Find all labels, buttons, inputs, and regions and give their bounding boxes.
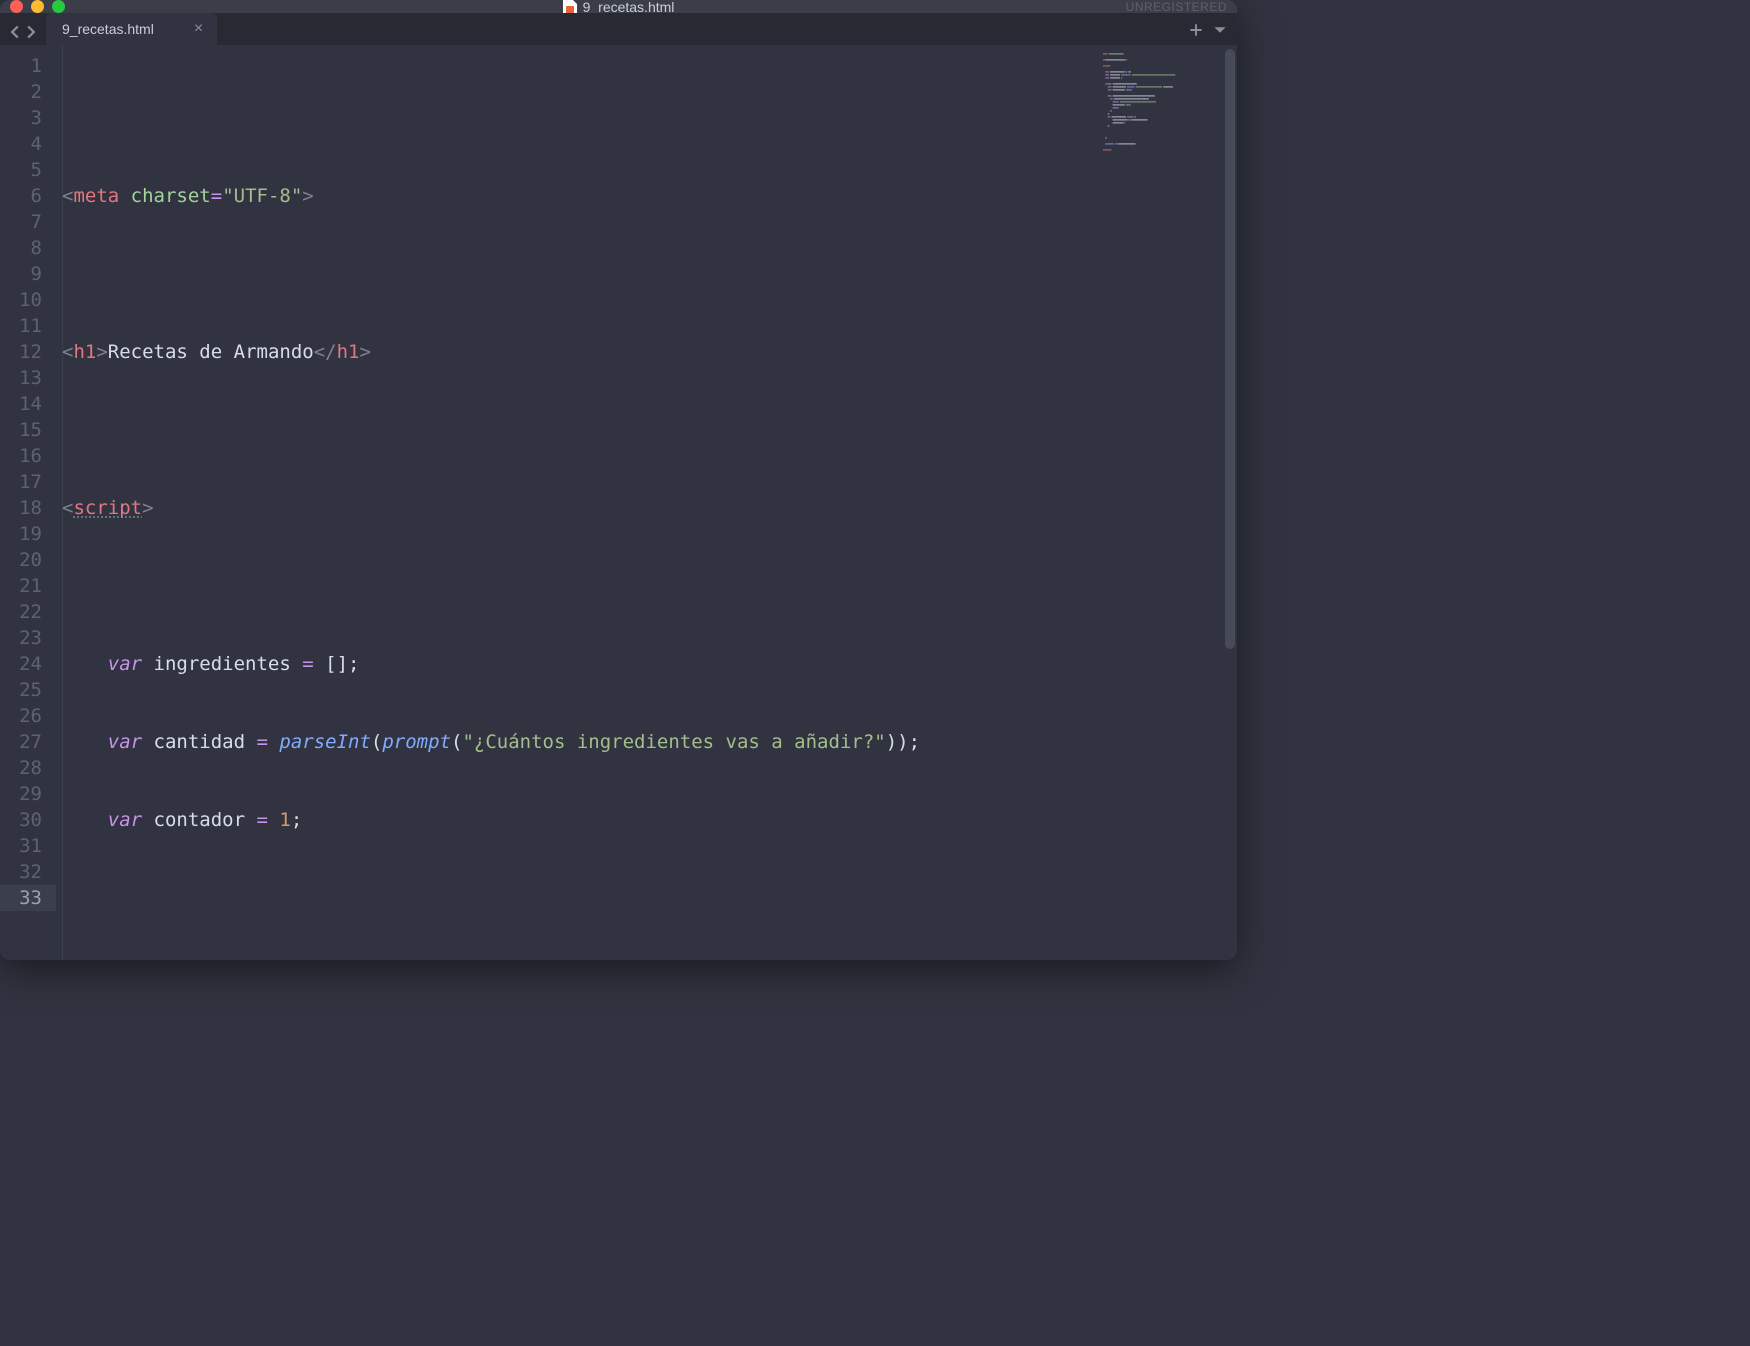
line-number: 33	[0, 885, 56, 911]
nav-forward-icon[interactable]	[24, 25, 38, 39]
line-number: 12	[0, 339, 42, 365]
line-number: 24	[0, 651, 42, 677]
line-number: 20	[0, 547, 42, 573]
line-number-gutter: 1 2 3 4 5 6 7 8 9 10 11 12 13 14 15 16 1…	[0, 45, 56, 960]
line-number: 31	[0, 833, 42, 859]
new-tab-icon[interactable]	[1189, 23, 1203, 37]
vertical-scrollbar[interactable]	[1223, 45, 1237, 960]
registration-status: UNREGISTERED	[1126, 0, 1227, 14]
titlebar: 9_recetas.html UNREGISTERED	[0, 0, 1237, 13]
line-number: 5	[0, 157, 42, 183]
line-number: 22	[0, 599, 42, 625]
close-window-button[interactable]	[10, 0, 23, 13]
maximize-window-button[interactable]	[52, 0, 65, 13]
line-number: 15	[0, 417, 42, 443]
code-line: <meta charset="UTF-8">	[62, 183, 1237, 209]
line-number: 21	[0, 573, 42, 599]
minimize-window-button[interactable]	[31, 0, 44, 13]
line-number: 4	[0, 131, 42, 157]
line-number: 23	[0, 625, 42, 651]
code-line	[62, 261, 1237, 287]
line-number: 8	[0, 235, 42, 261]
line-number: 30	[0, 807, 42, 833]
line-number: 28	[0, 755, 42, 781]
code-content[interactable]: <meta charset="UTF-8"> <h1>Recetas de Ar…	[56, 45, 1237, 960]
line-number: 29	[0, 781, 42, 807]
code-line	[62, 885, 1237, 911]
code-line: var contador = 1;	[62, 807, 1237, 833]
tab-label: 9_recetas.html	[62, 21, 154, 37]
nav-back-icon[interactable]	[8, 25, 22, 39]
line-number: 25	[0, 677, 42, 703]
tab-history-nav	[6, 25, 46, 45]
line-number: 3	[0, 105, 42, 131]
line-number: 9	[0, 261, 42, 287]
code-line: <h1>Recetas de Armando</h1>	[62, 339, 1237, 365]
code-line	[62, 573, 1237, 599]
editor-window: 9_recetas.html UNREGISTERED 9_recetas.ht…	[0, 0, 1237, 960]
line-number: 6	[0, 183, 42, 209]
line-number: 14	[0, 391, 42, 417]
line-number: 17	[0, 469, 42, 495]
line-number: 16	[0, 443, 42, 469]
line-number: 11	[0, 313, 42, 339]
tab-menu-icon[interactable]	[1213, 23, 1227, 37]
code-line: <script>	[62, 495, 1237, 521]
editor-area[interactable]: 1 2 3 4 5 6 7 8 9 10 11 12 13 14 15 16 1…	[0, 45, 1237, 960]
line-number: 7	[0, 209, 42, 235]
tab-bar: 9_recetas.html ×	[0, 13, 1237, 45]
minimap[interactable]: ▄▄▄▄ ▄▄▄▄▄▄▄▄▄▄▄▄ ▄▄▄▄▄▄▄▄▄▄▄▄▄▄▄▄▄▄▄▄ ▄…	[1103, 53, 1223, 163]
line-number: 13	[0, 365, 42, 391]
line-number: 32	[0, 859, 42, 885]
line-number: 2	[0, 79, 42, 105]
code-line	[62, 417, 1237, 443]
line-number: 19	[0, 521, 42, 547]
tab-active[interactable]: 9_recetas.html ×	[46, 13, 217, 45]
window-controls	[10, 0, 65, 13]
line-number: 10	[0, 287, 42, 313]
line-number: 26	[0, 703, 42, 729]
line-number: 27	[0, 729, 42, 755]
tab-close-icon[interactable]: ×	[194, 21, 203, 37]
code-line: var ingredientes = [];	[62, 651, 1237, 677]
line-number: 1	[0, 53, 42, 79]
scrollbar-thumb[interactable]	[1225, 49, 1235, 649]
line-number: 18	[0, 495, 42, 521]
code-line: var cantidad = parseInt(prompt("¿Cuántos…	[62, 729, 1237, 755]
